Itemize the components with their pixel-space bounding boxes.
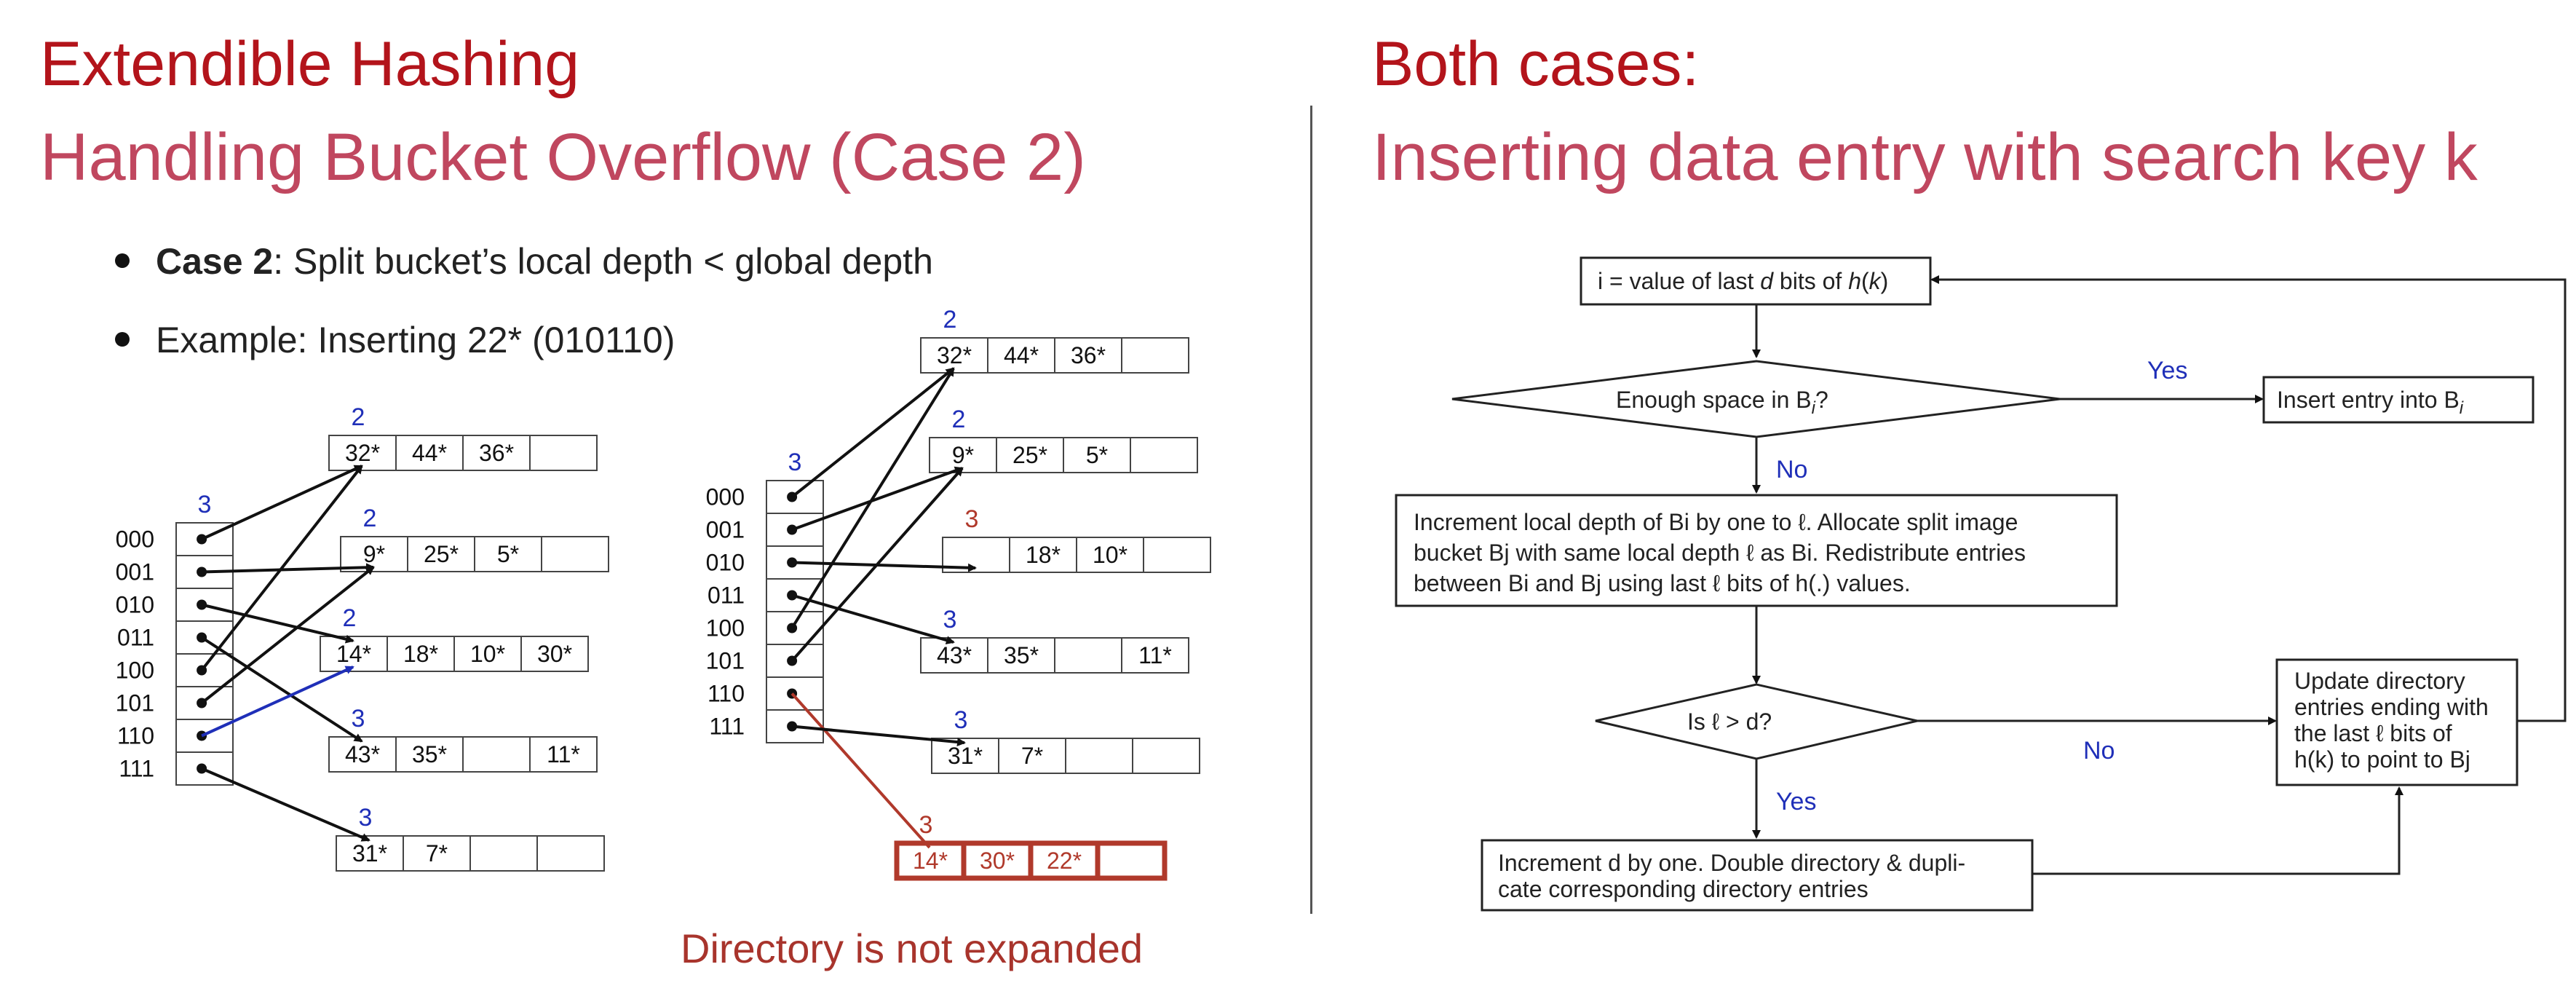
bucket-entry: 18* xyxy=(403,641,438,667)
box-increment-local-line: between Bi and Bj using last ℓ bits of h… xyxy=(1414,570,1911,596)
directory-label: 001 xyxy=(706,517,745,543)
bucket-slot xyxy=(536,835,605,872)
local-depth-label: 3 xyxy=(965,505,979,533)
bucket-entry: 36* xyxy=(479,440,514,466)
label-no: No xyxy=(2083,737,2115,765)
local-depth-label: 2 xyxy=(363,505,377,532)
directory-label: 000 xyxy=(706,484,745,510)
label-yes: Yes xyxy=(2147,357,2187,384)
bucket-entry: 9* xyxy=(952,442,974,468)
bucket-entry: 32* xyxy=(345,440,380,466)
bucket-slot xyxy=(469,835,538,872)
bucket-entry: 10* xyxy=(470,641,505,667)
bucket-entry: 11* xyxy=(1138,642,1172,668)
bucket-entry: 36* xyxy=(1071,342,1106,368)
bucket-entry: 5* xyxy=(1086,442,1108,468)
bucket-slot xyxy=(1054,637,1122,674)
bucket-entry: 44* xyxy=(1004,342,1039,368)
bucket-slot xyxy=(541,536,609,572)
bucket-entry: 5* xyxy=(497,541,519,567)
directory-label: 100 xyxy=(706,615,745,641)
box-update-directory-line: Update directory xyxy=(2294,668,2465,694)
global-depth-label: 3 xyxy=(198,491,212,518)
flow-arrow xyxy=(2032,786,2403,875)
before-split-diagram: 3000001010011100101110111232* 44* 36*29* 25… xyxy=(116,403,609,872)
diamond-l-gt-d-text: Is ℓ > d? xyxy=(1687,708,1772,735)
directory-pointer-arrow xyxy=(790,367,955,499)
directory-label: 101 xyxy=(116,690,154,716)
directory-label: 010 xyxy=(706,550,745,576)
bucket-entry: 35* xyxy=(412,741,447,767)
bucket-entry: 44* xyxy=(412,440,447,466)
bucket-slot xyxy=(1132,738,1200,774)
local-depth-label: 2 xyxy=(952,406,966,433)
label-yes: Yes xyxy=(1776,788,1816,816)
bucket-entry: 43* xyxy=(937,642,972,668)
directory-label: 110 xyxy=(117,723,154,749)
bucket-slot xyxy=(1121,337,1189,374)
bucket-slot xyxy=(1130,437,1198,473)
local-depth-label: 3 xyxy=(359,804,373,832)
insertion-flowchart: i = value of last d bits of h(k)Enough s… xyxy=(1395,256,2567,912)
box-increment-d-line: cate corresponding directory entries xyxy=(1498,876,1868,902)
box-update-directory-line: entries ending with xyxy=(2294,694,2489,720)
directory-label: 010 xyxy=(116,592,154,618)
global-depth-label: 3 xyxy=(788,449,802,476)
box-increment-local-line: Increment local depth of Bi by one to ℓ.… xyxy=(1414,509,2018,535)
label-no: No xyxy=(1776,456,1807,483)
bucket-slot xyxy=(1095,840,1168,881)
bucket-entry: 32* xyxy=(937,342,972,368)
bucket-entry: 31* xyxy=(948,743,983,769)
bucket-slot xyxy=(529,435,598,471)
box-update-directory-line: the last ℓ bits of xyxy=(2294,720,2452,746)
bucket-slot xyxy=(1143,537,1211,573)
extendible-hashing-diagram: 3000001010011100101110111232* 44* 36*29* 25… xyxy=(116,256,2567,912)
after-split-diagram: 3 000 001 010 011 100 101 110 111 2 32* 44* 36* 2 9* 25… xyxy=(706,306,1211,881)
directory-label: 011 xyxy=(117,625,154,651)
bucket-slot xyxy=(462,736,531,773)
bucket-entry: 14* xyxy=(336,641,371,667)
local-depth-label: 2 xyxy=(343,604,357,632)
box-increment-d-line: Increment d by one. Double directory & d… xyxy=(1498,850,1965,876)
directory-label: 110 xyxy=(708,681,745,707)
bucket-entry: 18* xyxy=(1026,542,1061,568)
bucket-entry: 7* xyxy=(426,840,448,866)
bucket-entry: 10* xyxy=(1093,542,1128,568)
local-depth-label: 2 xyxy=(352,403,365,431)
local-depth-label: 3 xyxy=(352,705,365,733)
bucket-entry: 25* xyxy=(424,541,459,567)
directory-label: 101 xyxy=(706,648,745,674)
bucket-entry: 9* xyxy=(363,541,385,567)
directory-label: 011 xyxy=(708,583,745,609)
bucket-entry: 35* xyxy=(1004,642,1039,668)
bucket-entry: 7* xyxy=(1021,743,1043,769)
directory-pointer-arrow xyxy=(201,767,370,842)
bucket-entry: 25* xyxy=(1012,442,1047,468)
box-increment-local-line: bucket Bj with same local depth ℓ as Bi.… xyxy=(1414,540,2026,566)
directory-label: 100 xyxy=(116,658,154,684)
box-hash-text: i = value of last d bits of h(k) xyxy=(1598,268,1888,294)
local-depth-label: 2 xyxy=(943,306,957,333)
bucket-entry: 14* xyxy=(913,848,948,874)
directory-label: 111 xyxy=(119,756,154,782)
local-depth-label: 3 xyxy=(919,811,933,839)
directory-label: 111 xyxy=(709,714,745,740)
bucket-entry: 31* xyxy=(352,840,387,866)
box-update-directory-line: h(k) to point to Bj xyxy=(2294,746,2470,773)
directory-pointer-arrow xyxy=(790,692,931,849)
local-depth-label: 3 xyxy=(943,606,957,633)
bucket-entry: 43* xyxy=(345,741,380,767)
directory-label: 000 xyxy=(116,526,154,553)
local-depth-label: 3 xyxy=(954,706,968,734)
directory-pointer-arrow xyxy=(201,465,363,541)
bucket-entry: 30* xyxy=(980,848,1015,874)
bucket-slot xyxy=(1065,738,1133,774)
bucket-entry: 22* xyxy=(1047,848,1082,874)
bucket-entry: 30* xyxy=(537,641,572,667)
directory-label: 001 xyxy=(116,559,154,585)
bucket-entry: 11* xyxy=(547,741,580,767)
